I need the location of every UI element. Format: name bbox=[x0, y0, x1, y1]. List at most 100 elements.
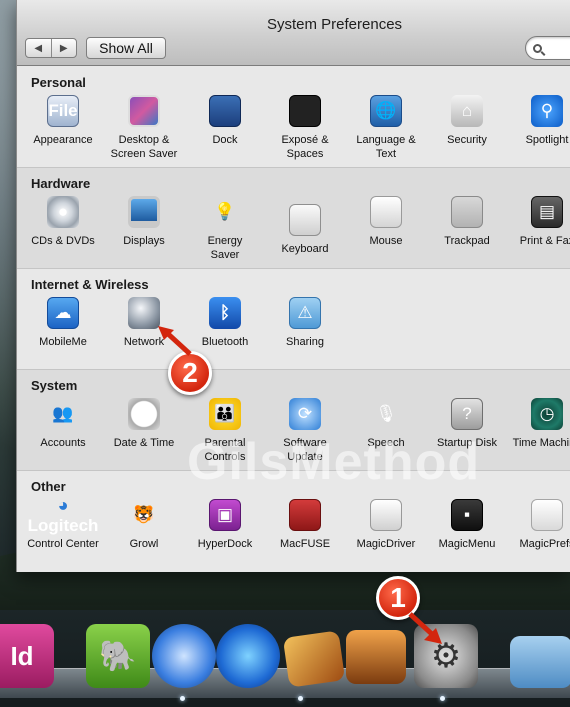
pane-parental-controls[interactable]: 👪 Parental Controls bbox=[182, 398, 268, 468]
pane-trackpad[interactable]: Trackpad bbox=[424, 196, 510, 266]
pane-label: Sharing bbox=[286, 336, 324, 348]
pane-print-fax[interactable]: ▤ Print & Fax bbox=[504, 196, 570, 266]
pane-spotlight[interactable]: ⚲ Spotlight bbox=[504, 95, 570, 165]
pane-expose-spaces[interactable]: Exposé & Spaces bbox=[262, 95, 348, 165]
pane-cds-dvds[interactable]: ● CDs & DVDs bbox=[20, 196, 106, 266]
pane-sharing[interactable]: ⚠ Sharing bbox=[262, 297, 348, 367]
pane-label: Keyboard bbox=[281, 243, 329, 255]
pane-label: Startup Disk bbox=[437, 437, 497, 449]
dock-indesign-icon[interactable]: Id bbox=[0, 624, 54, 688]
pane-date-time[interactable]: 18 Date & Time bbox=[101, 398, 187, 468]
dock-applications-folder-icon[interactable] bbox=[510, 636, 570, 688]
pane-control-center[interactable]: ◕ Logitech Control Center bbox=[20, 495, 106, 569]
pane-time-machine[interactable]: ◷ Time Machine bbox=[504, 398, 570, 468]
pane-label: Language & Text bbox=[356, 134, 416, 160]
cd-icon: ● bbox=[47, 196, 79, 228]
sharing-folder-icon: ⚠ bbox=[289, 297, 321, 329]
pane-magicdriver[interactable]: MagicDriver bbox=[343, 499, 429, 569]
pane-label: MagicDriver bbox=[356, 538, 416, 550]
pane-displays[interactable]: Displays bbox=[101, 196, 187, 266]
pane-label: Desktop & Screen Saver bbox=[110, 134, 178, 160]
running-indicator bbox=[298, 696, 303, 701]
pane-dock[interactable]: Dock bbox=[182, 95, 268, 165]
microphone-icon: 🎙 bbox=[375, 404, 397, 423]
pane-startup-disk[interactable]: ? Startup Disk bbox=[424, 398, 510, 468]
pane-label: Date & Time bbox=[113, 437, 175, 449]
pane-security[interactable]: ⌂ Security bbox=[424, 95, 510, 165]
dock-iphoto-icon[interactable] bbox=[346, 630, 406, 684]
growl-icon: 🐯 bbox=[133, 505, 155, 524]
dock-evernote-icon[interactable]: 🐘 bbox=[86, 624, 150, 688]
clock-icon: 18 bbox=[128, 398, 160, 430]
magicprefs-icon bbox=[531, 499, 563, 531]
pane-mobileme[interactable]: ☁ MobileMe bbox=[20, 297, 106, 367]
expose-icon bbox=[289, 95, 321, 127]
pane-language-text[interactable]: 🌐 Language & Text bbox=[343, 95, 429, 165]
pane-software-update[interactable]: ⟳ Software Update bbox=[262, 398, 348, 468]
section-internet-wireless: Internet & Wireless ☁ MobileMe Network ᛒ… bbox=[17, 269, 570, 370]
pane-desktop-screen-saver[interactable]: Desktop & Screen Saver bbox=[101, 95, 187, 165]
pane-label: MagicPrefs bbox=[519, 538, 570, 550]
section-title: System bbox=[31, 378, 78, 393]
pane-magicmenu[interactable]: ▪ MagicMenu bbox=[424, 499, 510, 569]
users-icon: 👥 bbox=[52, 404, 74, 423]
pane-label: Energy Saver bbox=[207, 235, 243, 261]
pane-label: Control Center bbox=[27, 538, 99, 550]
pane-mouse[interactable]: Mouse bbox=[343, 196, 429, 266]
back-forward-group: ◀ ▶ bbox=[25, 38, 77, 58]
magicdriver-icon bbox=[370, 499, 402, 531]
window-title: System Preferences bbox=[267, 16, 403, 33]
pane-label: Trackpad bbox=[444, 235, 490, 247]
callout-arrow-1 bbox=[408, 612, 442, 644]
pane-hyperdock[interactable]: ▣ HyperDock bbox=[182, 499, 268, 569]
pane-label: Exposé & Spaces bbox=[281, 134, 329, 160]
section-personal: Personal File Appearance Desktop & Scree… bbox=[17, 67, 570, 168]
magicmenu-icon: ▪ bbox=[451, 499, 483, 531]
keyboard-icon bbox=[289, 204, 321, 236]
dock-photos-icon[interactable] bbox=[282, 630, 346, 688]
pane-label: Print & Fax bbox=[519, 235, 570, 247]
pane-keyboard[interactable]: Keyboard bbox=[262, 196, 348, 266]
pane-magicprefs[interactable]: MagicPrefs bbox=[504, 499, 570, 569]
pane-label: Displays bbox=[123, 235, 165, 247]
back-button[interactable]: ◀ bbox=[26, 39, 51, 57]
spotlight-icon: ⚲ bbox=[531, 95, 563, 127]
pane-accounts[interactable]: 👥 Accounts bbox=[20, 398, 106, 468]
dock-icon bbox=[209, 95, 241, 127]
pane-growl[interactable]: 🐯 Growl bbox=[101, 499, 187, 569]
pane-appearance[interactable]: File Appearance bbox=[20, 95, 106, 165]
callout-arrow-2 bbox=[158, 326, 192, 356]
time-machine-icon: ◷ bbox=[531, 398, 563, 430]
printer-icon: ▤ bbox=[531, 196, 563, 228]
section-hardware: Hardware ● CDs & DVDs Displays 💡 Energy … bbox=[17, 168, 570, 269]
desktop-icon bbox=[128, 95, 160, 127]
display-icon bbox=[128, 196, 160, 228]
running-indicator bbox=[440, 696, 445, 701]
mouse-icon bbox=[370, 196, 402, 228]
pane-label: Spotlight bbox=[525, 134, 569, 146]
pane-label: Bluetooth bbox=[201, 336, 249, 348]
pane-label: MobileMe bbox=[39, 336, 87, 348]
pane-label: Speech bbox=[367, 437, 405, 449]
pane-label: Security bbox=[447, 134, 487, 146]
logitech-swirl-icon: ◕ bbox=[57, 494, 69, 515]
pane-label: Accounts bbox=[40, 437, 86, 449]
pane-macfuse[interactable]: MacFUSE bbox=[262, 499, 348, 569]
pane-label: Dock bbox=[212, 134, 238, 146]
search-field[interactable] bbox=[525, 36, 570, 60]
pane-energy-saver[interactable]: 💡 Energy Saver bbox=[182, 196, 268, 266]
logitech-wordmark: Logitech bbox=[27, 515, 99, 535]
dock-shell-icon[interactable] bbox=[216, 624, 280, 688]
search-icon bbox=[533, 43, 542, 53]
pane-speech[interactable]: 🎙 Speech bbox=[343, 398, 429, 468]
cloud-icon: ☁ bbox=[47, 297, 79, 329]
logitech-icon: ◕ Logitech bbox=[28, 495, 99, 535]
pane-label: Software Update bbox=[283, 437, 327, 463]
show-all-button[interactable]: Show All bbox=[86, 37, 166, 59]
pane-label: HyperDock bbox=[197, 538, 253, 550]
search-input[interactable] bbox=[544, 40, 570, 56]
system-preferences-window: System Preferences ◀ ▶ Show All Personal… bbox=[16, 0, 570, 572]
forward-button[interactable]: ▶ bbox=[50, 39, 77, 57]
disk-icon: ? bbox=[451, 398, 483, 430]
dock-network-utility-icon[interactable] bbox=[152, 624, 216, 688]
